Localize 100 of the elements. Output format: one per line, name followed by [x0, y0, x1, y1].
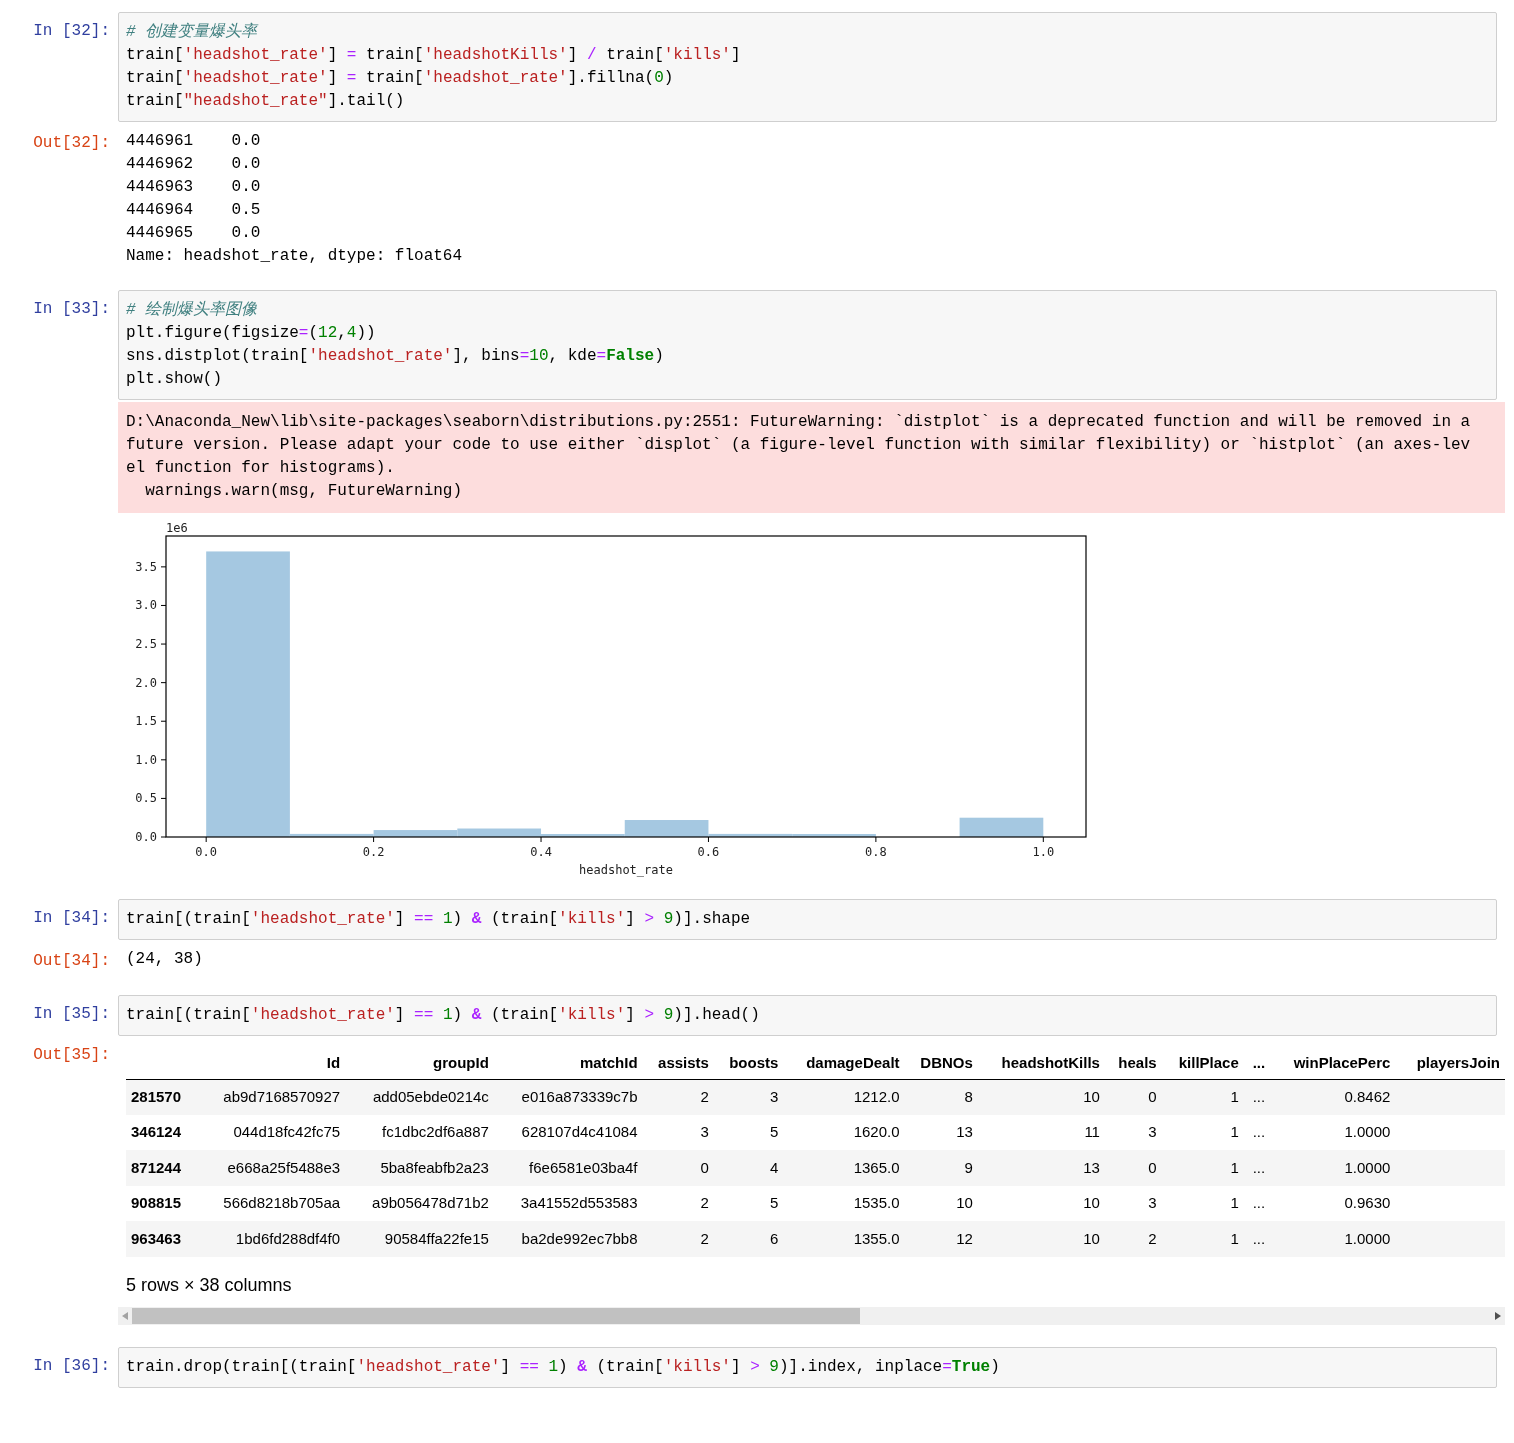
table-cell: 13	[977, 1150, 1105, 1186]
code-cell[interactable]: # 绘制爆头率图像 plt.figure(figsize=(12,4)) sns.distplot(train['headshot_rate'], bins=10, kde=False) plt.show()	[118, 290, 1497, 400]
warning-line: el function for histograms).	[126, 458, 396, 479]
table-cell: 10	[904, 1185, 978, 1221]
table-cell: 0.8462	[1270, 1079, 1396, 1115]
column-header: Id	[196, 1048, 346, 1079]
tick-label: 3.0	[135, 598, 157, 613]
table-cell: 1.0000	[1270, 1150, 1396, 1186]
tick-label: 0.2	[362, 845, 385, 859]
table-cell: add05ebde0214c	[345, 1079, 494, 1115]
tick-label: 0.0	[135, 830, 157, 844]
input-prompt: In [34]:	[33, 908, 110, 929]
table-cell: 8	[904, 1079, 978, 1115]
table-cell: ...	[1243, 1221, 1271, 1257]
table-cell: 10	[977, 1079, 1105, 1115]
tick-label: 0.4	[530, 845, 552, 859]
code-cell[interactable]: train[(train['headshot_rate'] == 1) & (train['kills'] > 9)].head()	[118, 995, 1497, 1036]
input-prompt: In [36]:	[33, 1355, 110, 1377]
table-cell: 13	[904, 1114, 978, 1150]
table-cell: 1355.0	[783, 1221, 905, 1257]
table-cell: 0	[642, 1150, 714, 1186]
table-cell: ...	[1243, 1185, 1271, 1221]
code-cell[interactable]: train.drop(train[(train['headshot_rate'] == 1) & (train['kills'] > 9)].index, inplace=True)	[118, 1346, 1497, 1388]
table-cell: 1535.0	[783, 1185, 905, 1221]
column-header: ...	[1243, 1048, 1271, 1079]
table-cell: ab9d7168570927	[196, 1079, 346, 1115]
tick-label: 0.0	[195, 845, 218, 859]
table-cell: e668a25f5488e3	[196, 1150, 346, 1186]
table-cell: 2	[642, 1185, 714, 1221]
axis-offset-label: 1e6	[166, 521, 188, 535]
tick-label: 2.0	[135, 675, 157, 690]
column-header: killPlace	[1161, 1048, 1244, 1079]
code-cell[interactable]: # 创建变量爆头率 train['headshot_rate'] = train['headshotKills'] / train['kills'] train['headshot_rate'] = train['headshot_rate'].fillna(0) train["headshot_rate"].tail()	[118, 12, 1497, 122]
tick-label: 2.5	[135, 637, 157, 652]
code-line: plt.figure(figsize=(12,4))	[126, 323, 377, 344]
table-cell: a9b056478d71b2	[345, 1185, 494, 1221]
table-cell: ...	[1243, 1079, 1271, 1115]
table-cell: 2	[642, 1221, 714, 1257]
table-cell: 6	[713, 1221, 784, 1257]
column-header: winPlacePerc	[1270, 1048, 1396, 1079]
code-line: sns.distplot(train['headshot_rate'], bins=10, kde=False)	[126, 346, 665, 367]
table-cell: 12	[904, 1221, 978, 1257]
output-line: 4446962 0.0	[126, 154, 262, 175]
warning-line: warnings.warn(msg, FutureWarning)	[144, 481, 464, 502]
column-header: DBNOs	[904, 1048, 978, 1079]
table-cell: 1bd6fd288df4f0	[196, 1221, 346, 1257]
table-cell: 4	[713, 1150, 784, 1186]
table-cell: ba2de992ec7bb8	[493, 1221, 643, 1257]
tick-label: 0.5	[135, 791, 157, 806]
table-cell: 628107d4c41084	[493, 1114, 643, 1150]
table-cell: 0	[1104, 1079, 1162, 1115]
table-cell: 3	[713, 1079, 784, 1115]
column-header: damageDealt	[783, 1048, 905, 1079]
row-index: 908815	[126, 1185, 197, 1221]
row-index: 871244	[126, 1150, 197, 1186]
table-cell: 0	[1104, 1150, 1162, 1186]
output-prompt: Out[32]:	[33, 133, 110, 154]
table-cell: 1212.0	[783, 1079, 905, 1115]
code-cell[interactable]: train[(train['headshot_rate'] == 1) & (train['kills'] > 9)].shape	[118, 899, 1497, 940]
output-line: (24, 38)	[126, 949, 204, 970]
tick-label: 3.5	[135, 559, 157, 574]
table-cell: 566d8218b705aa	[196, 1185, 346, 1221]
table-cell: 1620.0	[783, 1114, 905, 1150]
table-cell: 3	[642, 1114, 714, 1150]
output-line: 4446965 0.0	[126, 223, 262, 244]
tick-label: 1.0	[135, 752, 157, 767]
table-cell: 90584ffa22fe15	[345, 1221, 494, 1257]
row-index: 963463	[126, 1221, 197, 1257]
table-cell: 9	[904, 1150, 978, 1186]
table-summary: 5 rows × 38 columns	[126, 1273, 293, 1297]
table-cell: 3	[1104, 1185, 1162, 1221]
output-line: 4446961 0.0	[126, 131, 262, 152]
output-prompt: Out[35]:	[33, 1045, 110, 1066]
column-header: matchId	[493, 1048, 643, 1079]
table-cell: f6e6581e03ba4f	[493, 1150, 643, 1186]
row-index: 281570	[126, 1079, 197, 1115]
code-line: train[(train['headshot_rate'] == 1) & (train['kills'] > 9)].head()	[126, 1005, 761, 1026]
table-cell: 1	[1161, 1221, 1244, 1257]
column-header: boosts	[713, 1048, 784, 1079]
tick-label: 0.6	[697, 845, 720, 859]
table-cell: 2	[1104, 1221, 1162, 1257]
table-cell: fc1dbc2df6a887	[345, 1114, 494, 1150]
table-cell: 5	[713, 1114, 784, 1150]
table-cell: 2	[642, 1079, 714, 1115]
table-cell: 5	[713, 1185, 784, 1221]
table-cell: 3a41552d553583	[493, 1185, 643, 1221]
table-cell: 10	[977, 1221, 1105, 1257]
tick-label: 1.0	[1032, 845, 1055, 859]
table-cell: 1	[1161, 1079, 1244, 1115]
column-header: groupId	[345, 1048, 494, 1079]
input-prompt: In [33]:	[33, 299, 110, 320]
code-line: train["headshot_rate"].tail()	[126, 91, 406, 112]
input-prompt: In [32]:	[33, 21, 110, 42]
table-cell: 10	[977, 1185, 1105, 1221]
table-cell: e016a873339c7b	[493, 1079, 643, 1115]
row-index: 346124	[126, 1114, 197, 1150]
table-cell: ...	[1243, 1150, 1271, 1186]
warning-line: D:\Anaconda_New\lib\site-packages\seaborn\distributions.py:2551: FutureWarning: `distplot` is a deprecated function and will be removed in a	[126, 412, 1472, 433]
table-cell: ...	[1243, 1114, 1271, 1150]
table-cell: 1	[1161, 1185, 1244, 1221]
